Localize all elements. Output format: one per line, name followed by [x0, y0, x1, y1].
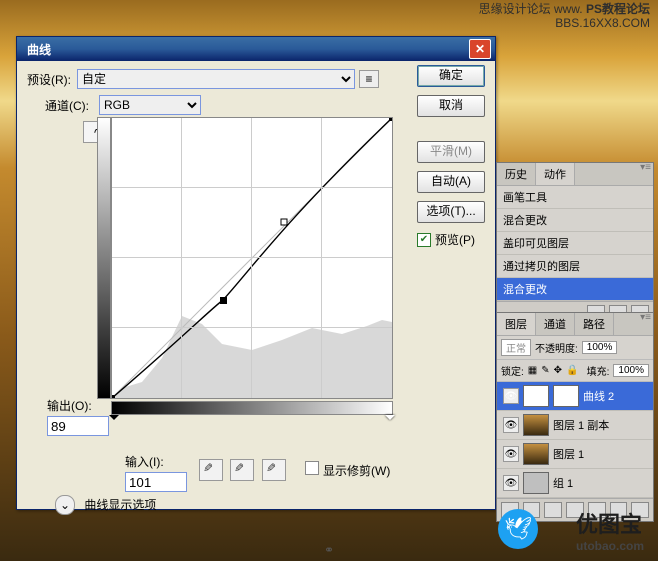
tab-actions[interactable]: 动作 [536, 163, 575, 185]
history-list: 画笔工具 混合更改 盖印可见图层 通过拷贝的图层 混合更改 [497, 186, 653, 301]
eyedropper-group [199, 459, 290, 484]
layer-thumb-icon [523, 443, 549, 465]
history-item[interactable]: 画笔工具 [497, 186, 653, 209]
fill-label: 填充: [587, 363, 610, 378]
preset-menu-icon[interactable]: ≡ [359, 70, 379, 88]
input-field[interactable] [125, 472, 187, 492]
history-item[interactable]: 混合更改 [497, 209, 653, 232]
channel-label: 通道(C): [45, 97, 89, 114]
curve-grid[interactable] [111, 117, 393, 399]
tab-layers[interactable]: 图层 [497, 313, 536, 335]
blend-mode-select[interactable]: 正常 [501, 339, 531, 356]
layers-list: 👁 曲线 2 👁 图层 1 副本 👁 图层 1 👁 组 1 [497, 382, 653, 498]
curve-svg [112, 118, 392, 398]
lock-move-icon[interactable]: ✥ [554, 365, 562, 376]
layer-row[interactable]: 👁 图层 1 副本 [497, 411, 653, 440]
input-gradient [111, 401, 393, 415]
lock-label: 锁定: [501, 363, 524, 378]
history-item[interactable]: 通过拷贝的图层 [497, 255, 653, 278]
layer-row[interactable]: 👁 图层 1 [497, 440, 653, 469]
auto-button[interactable]: 自动(A) [417, 171, 485, 193]
gray-eyedropper-icon[interactable] [230, 459, 254, 481]
black-eyedropper-icon[interactable] [199, 459, 223, 481]
smooth-button: 平滑(M) [417, 141, 485, 163]
visibility-icon[interactable]: 👁 [503, 388, 519, 404]
bird-logo-icon: 🕊 [498, 509, 538, 549]
visibility-icon[interactable]: 👁 [503, 417, 519, 433]
fill-field[interactable]: 100% [613, 364, 649, 377]
dialog-right-column: 确定 取消 平滑(M) 自动(A) 选项(T)... ✔预览(P) [417, 65, 483, 248]
tab-channels[interactable]: 通道 [536, 313, 575, 335]
chevron-down-icon: ⌄ [55, 495, 75, 515]
opacity-label: 不透明度: [535, 340, 578, 355]
output-field[interactable] [47, 416, 109, 436]
panel-menu-icon[interactable]: ▾≡ [640, 312, 651, 323]
mask-thumb-icon [553, 385, 579, 407]
white-point-slider[interactable] [385, 415, 395, 425]
dialog-title: 曲线 [21, 41, 469, 58]
history-item[interactable]: 盖印可见图层 [497, 232, 653, 255]
lock-paint-icon[interactable]: ✎ [541, 365, 549, 376]
mask-icon[interactable] [544, 502, 562, 518]
show-clipping-checkbox[interactable]: 显示修剪(W) [305, 461, 390, 479]
lock-pixels-icon[interactable]: ▦ [528, 365, 537, 376]
curve-display-options-toggle[interactable]: ⌄ 曲线显示选项 [55, 495, 156, 515]
history-panel: ▾≡ 历史 动作 画笔工具 混合更改 盖印可见图层 通过拷贝的图层 混合更改 [496, 162, 654, 325]
history-item[interactable]: 混合更改 [497, 278, 653, 301]
channel-select[interactable]: RGB [99, 95, 201, 115]
tab-history[interactable]: 历史 [497, 163, 536, 185]
tab-paths[interactable]: 路径 [575, 313, 614, 335]
close-icon[interactable]: ✕ [469, 39, 491, 59]
output-gradient [97, 117, 111, 399]
input-group: 输入(I): [125, 453, 187, 492]
preset-label: 预设(R): [27, 71, 71, 88]
output-label: 输出(O): [47, 397, 109, 414]
opacity-field[interactable]: 100% [582, 341, 618, 354]
layer-thumb-icon [523, 414, 549, 436]
group-icon [523, 472, 549, 494]
curves-dialog: 曲线 ✕ 预设(R): 自定 ≡ 通道(C): RGB ∿ ✎ [16, 36, 496, 510]
layers-panel: ▾≡ 图层 通道 路径 正常 不透明度: 100% 锁定: ▦ ✎ ✥ 🔒 填充… [496, 312, 654, 522]
visibility-icon[interactable]: 👁 [503, 475, 519, 491]
input-label: 输入(I): [125, 453, 187, 470]
white-eyedropper-icon[interactable] [262, 459, 286, 481]
options-button[interactable]: 选项(T)... [417, 201, 485, 223]
visibility-icon[interactable]: 👁 [503, 446, 519, 462]
lock-all-icon[interactable]: 🔒 [566, 365, 578, 376]
layer-row[interactable]: 👁 组 1 [497, 469, 653, 498]
ok-button[interactable]: 确定 [417, 65, 485, 87]
layer-row[interactable]: 👁 曲线 2 [497, 382, 653, 411]
link-chain-icon: ⚭ [324, 543, 334, 557]
preset-select[interactable]: 自定 [77, 69, 355, 89]
black-point-slider[interactable] [109, 415, 119, 425]
preview-checkbox[interactable]: ✔预览(P) [417, 231, 483, 248]
output-group: 输出(O): [47, 397, 109, 436]
adjustment-thumb-icon [523, 385, 549, 407]
titlebar[interactable]: 曲线 ✕ [17, 37, 495, 61]
utobao-logo: 优图宝utobao.com [576, 507, 644, 553]
cancel-button[interactable]: 取消 [417, 95, 485, 117]
panel-menu-icon[interactable]: ▾≡ [640, 162, 651, 173]
watermark: 思缘设计论坛 www. PS教程论坛 BBS.16XX8.COM [479, 2, 650, 30]
